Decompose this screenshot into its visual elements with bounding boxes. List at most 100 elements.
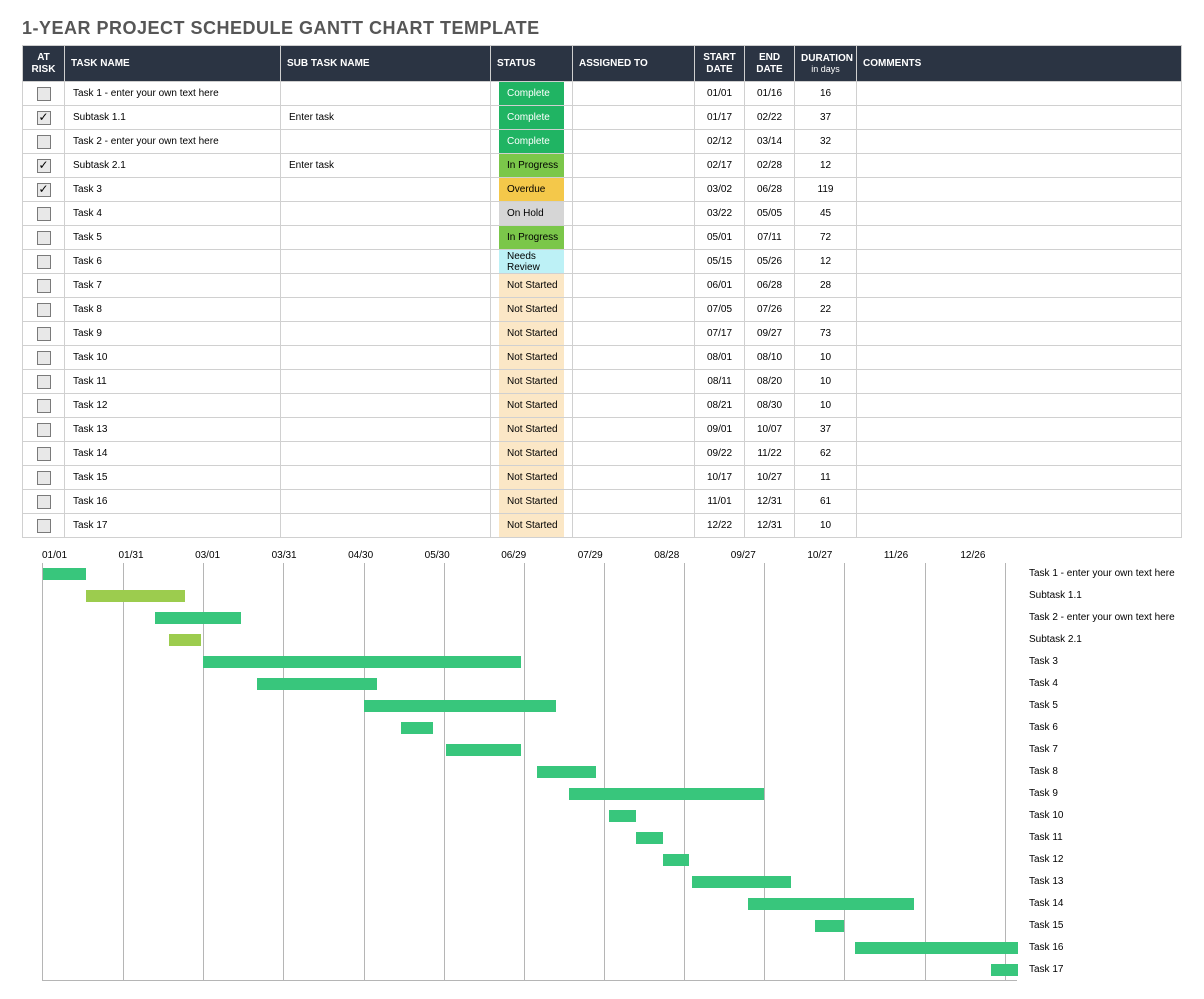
risk-checkbox[interactable] [37, 207, 51, 221]
status-pill[interactable]: Not Started [499, 370, 564, 393]
comments-cell[interactable] [857, 418, 1182, 442]
assigned-cell[interactable] [573, 514, 695, 538]
start-date-cell[interactable]: 08/01 [695, 346, 745, 370]
status-pill[interactable]: On Hold [499, 202, 564, 225]
task-name-cell[interactable]: Task 8 [65, 298, 281, 322]
assigned-cell[interactable] [573, 466, 695, 490]
task-name-cell[interactable]: Task 12 [65, 394, 281, 418]
task-name-cell[interactable]: Task 5 [65, 226, 281, 250]
comments-cell[interactable] [857, 298, 1182, 322]
status-pill[interactable]: In Progress [499, 154, 564, 177]
risk-checkbox[interactable] [37, 231, 51, 245]
task-name-cell[interactable]: Task 9 [65, 322, 281, 346]
comments-cell[interactable] [857, 490, 1182, 514]
status-pill[interactable]: Complete [499, 130, 564, 153]
risk-checkbox[interactable] [37, 471, 51, 485]
status-pill[interactable]: Not Started [499, 466, 564, 489]
start-date-cell[interactable]: 02/17 [695, 154, 745, 178]
risk-checkbox[interactable] [37, 255, 51, 269]
assigned-cell[interactable] [573, 298, 695, 322]
task-name-cell[interactable]: Task 7 [65, 274, 281, 298]
risk-checkbox[interactable] [37, 351, 51, 365]
subtask-name-cell[interactable] [281, 394, 491, 418]
status-pill[interactable]: Not Started [499, 490, 564, 513]
comments-cell[interactable] [857, 178, 1182, 202]
end-date-cell[interactable]: 08/20 [745, 370, 795, 394]
start-date-cell[interactable]: 05/15 [695, 250, 745, 274]
risk-checkbox[interactable] [37, 423, 51, 437]
risk-checkbox[interactable] [37, 447, 51, 461]
comments-cell[interactable] [857, 346, 1182, 370]
subtask-name-cell[interactable] [281, 370, 491, 394]
end-date-cell[interactable]: 07/11 [745, 226, 795, 250]
comments-cell[interactable] [857, 226, 1182, 250]
task-name-cell[interactable]: Task 4 [65, 202, 281, 226]
start-date-cell[interactable]: 09/01 [695, 418, 745, 442]
assigned-cell[interactable] [573, 202, 695, 226]
end-date-cell[interactable]: 09/27 [745, 322, 795, 346]
start-date-cell[interactable]: 05/01 [695, 226, 745, 250]
task-name-cell[interactable]: Task 1 - enter your own text here [65, 82, 281, 106]
start-date-cell[interactable]: 03/22 [695, 202, 745, 226]
start-date-cell[interactable]: 06/01 [695, 274, 745, 298]
risk-checkbox[interactable] [37, 375, 51, 389]
status-pill[interactable]: Overdue [499, 178, 564, 201]
assigned-cell[interactable] [573, 370, 695, 394]
task-name-cell[interactable]: Subtask 1.1 [65, 106, 281, 130]
task-name-cell[interactable]: Task 15 [65, 466, 281, 490]
subtask-name-cell[interactable] [281, 202, 491, 226]
task-name-cell[interactable]: Task 6 [65, 250, 281, 274]
task-name-cell[interactable]: Task 16 [65, 490, 281, 514]
risk-checkbox[interactable] [37, 87, 51, 101]
subtask-name-cell[interactable] [281, 298, 491, 322]
subtask-name-cell[interactable] [281, 130, 491, 154]
subtask-name-cell[interactable] [281, 490, 491, 514]
end-date-cell[interactable]: 10/07 [745, 418, 795, 442]
comments-cell[interactable] [857, 154, 1182, 178]
end-date-cell[interactable]: 12/31 [745, 514, 795, 538]
subtask-name-cell[interactable] [281, 442, 491, 466]
comments-cell[interactable] [857, 442, 1182, 466]
risk-checkbox[interactable] [37, 111, 51, 125]
task-name-cell[interactable]: Task 11 [65, 370, 281, 394]
assigned-cell[interactable] [573, 490, 695, 514]
assigned-cell[interactable] [573, 82, 695, 106]
comments-cell[interactable] [857, 250, 1182, 274]
task-name-cell[interactable]: Task 2 - enter your own text here [65, 130, 281, 154]
start-date-cell[interactable]: 03/02 [695, 178, 745, 202]
risk-checkbox[interactable] [37, 327, 51, 341]
assigned-cell[interactable] [573, 394, 695, 418]
end-date-cell[interactable]: 05/05 [745, 202, 795, 226]
subtask-name-cell[interactable] [281, 82, 491, 106]
end-date-cell[interactable]: 11/22 [745, 442, 795, 466]
assigned-cell[interactable] [573, 274, 695, 298]
risk-checkbox[interactable] [37, 519, 51, 533]
comments-cell[interactable] [857, 370, 1182, 394]
subtask-name-cell[interactable]: Enter task [281, 106, 491, 130]
task-name-cell[interactable]: Task 14 [65, 442, 281, 466]
start-date-cell[interactable]: 07/17 [695, 322, 745, 346]
risk-checkbox[interactable] [37, 279, 51, 293]
status-pill[interactable]: In Progress [499, 226, 564, 249]
comments-cell[interactable] [857, 394, 1182, 418]
risk-checkbox[interactable] [37, 495, 51, 509]
start-date-cell[interactable]: 11/01 [695, 490, 745, 514]
status-pill[interactable]: Not Started [499, 346, 564, 369]
assigned-cell[interactable] [573, 106, 695, 130]
status-pill[interactable]: Not Started [499, 322, 564, 345]
risk-checkbox[interactable] [37, 303, 51, 317]
assigned-cell[interactable] [573, 226, 695, 250]
start-date-cell[interactable]: 08/11 [695, 370, 745, 394]
comments-cell[interactable] [857, 274, 1182, 298]
start-date-cell[interactable]: 08/21 [695, 394, 745, 418]
comments-cell[interactable] [857, 82, 1182, 106]
end-date-cell[interactable]: 02/28 [745, 154, 795, 178]
assigned-cell[interactable] [573, 322, 695, 346]
subtask-name-cell[interactable] [281, 274, 491, 298]
status-pill[interactable]: Not Started [499, 442, 564, 465]
end-date-cell[interactable]: 02/22 [745, 106, 795, 130]
task-name-cell[interactable]: Task 17 [65, 514, 281, 538]
end-date-cell[interactable]: 06/28 [745, 178, 795, 202]
status-pill[interactable]: Not Started [499, 514, 564, 537]
status-pill[interactable]: Complete [499, 82, 564, 105]
